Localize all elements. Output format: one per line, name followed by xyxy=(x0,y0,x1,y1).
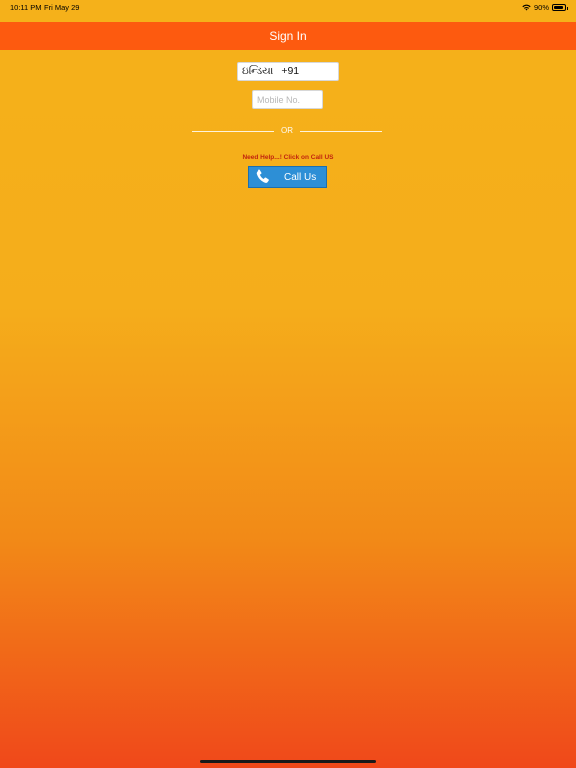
country-code: +91 xyxy=(281,65,300,77)
call-us-label: Call Us xyxy=(284,171,317,183)
status-indicators: 90% xyxy=(522,3,568,12)
or-divider-text: OR xyxy=(281,126,293,135)
wifi-icon xyxy=(522,4,531,11)
battery-icon xyxy=(552,4,568,11)
mobile-number-input[interactable] xyxy=(252,90,323,109)
divider-right xyxy=(300,131,382,132)
help-text: Need Help...! Click on Call US xyxy=(242,154,334,161)
status-bar: 10:11 PM Fri May 29 90% xyxy=(0,0,576,22)
home-indicator[interactable] xyxy=(200,760,376,763)
status-date: Fri May 29 xyxy=(44,3,80,12)
call-us-button[interactable]: Call Us xyxy=(248,166,327,188)
page-title: Sign In xyxy=(269,29,307,43)
nav-bar: Sign In xyxy=(0,22,576,50)
battery-percent: 90% xyxy=(533,3,549,12)
country-selector[interactable]: ઇન્ડિયા +91 xyxy=(237,62,339,81)
divider-left xyxy=(192,131,274,132)
status-time: 10:11 PM xyxy=(10,3,42,12)
country-name: ઇન્ડિયા xyxy=(242,65,274,77)
phone-icon xyxy=(256,169,269,183)
